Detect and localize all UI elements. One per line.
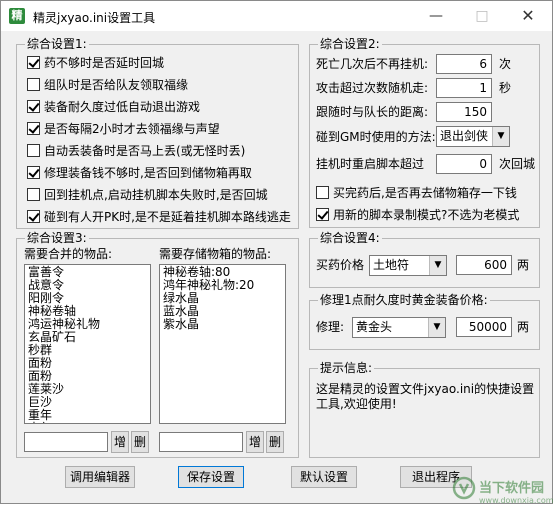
settings-group-1: 综合设置1: 药不够时是否延时回城 组队时是否给队友领取福缘 装备耐久度过低自动…	[16, 37, 299, 229]
option-repair-money[interactable]: 修理装备钱不够时,是否回到储物箱再取	[27, 163, 252, 181]
death-count-input[interactable]: 6	[436, 54, 492, 74]
window-title: 精灵jxyao.ini设置工具	[33, 11, 156, 25]
option-script-fail-return[interactable]: 回到挂机点,启动挂机脚本失败时,是否回城	[27, 185, 268, 203]
list-item[interactable]: 紫水晶	[163, 318, 282, 331]
gm-method-select[interactable]: 退出剑侠 ▼	[436, 126, 510, 147]
merge-delete-button[interactable]: 删	[131, 431, 149, 453]
restart-label: 挂机时重启脚本超过	[316, 157, 425, 171]
option-pk-escape[interactable]: 碰到有人开PK时,是不是延着挂机脚本路线逃走	[27, 207, 291, 225]
restart-count-unit: 次回城	[499, 157, 536, 171]
gm-method-label: 碰到GM时使用的方法:	[316, 130, 436, 144]
default-settings-button[interactable]: 默认设置	[291, 466, 357, 488]
sprite-icon: 精	[9, 8, 25, 24]
option-new-script-mode[interactable]: 用新的脚本录制模式?不选为老模式	[316, 205, 519, 223]
option-label: 碰到有人开PK时,是不是延着挂机脚本路线逃走	[44, 209, 291, 224]
info-message: 这是精灵的设置文件jxyao.ini的快捷设置工具,欢迎使用!	[316, 382, 535, 411]
watermark-logo: 当下软件园 www.downxia.com	[451, 474, 553, 514]
option-label: 自动丢装备时是否马上丢(或无怪时丢)	[44, 143, 246, 158]
option-checkbox[interactable]	[27, 165, 40, 179]
option-checkbox[interactable]	[27, 55, 40, 69]
option-drop-immediately[interactable]: 自动丢装备时是否马上丢(或无怪时丢)	[27, 141, 245, 159]
chevron-down-icon[interactable]: ▼	[429, 256, 446, 275]
option-label: 是否每隔2小时才去领福缘与声望	[44, 121, 220, 136]
repair-price-input[interactable]: 50000	[456, 317, 512, 337]
chevron-down-icon[interactable]: ▼	[428, 318, 445, 337]
option-checkbox[interactable]	[27, 99, 40, 113]
repair-type-select[interactable]: 黄金头 ▼	[352, 317, 446, 338]
option-label: 修理装备钱不够时,是否回到储物箱再取	[44, 165, 252, 180]
follow-distance-input[interactable]: 150	[436, 102, 492, 122]
chevron-down-icon[interactable]: ▼	[492, 127, 509, 146]
group-4-title: 综合设置4:	[318, 231, 382, 245]
option-checkbox[interactable]	[27, 209, 40, 223]
store-delete-button[interactable]: 删	[266, 431, 284, 453]
option-store-money[interactable]: 买完药后,是否再去储物箱存一下钱	[316, 183, 517, 201]
option-label: 回到挂机点,启动挂机脚本失败时,是否回城	[44, 187, 268, 202]
attack-count-label: 攻击超过次数随机走:	[316, 81, 429, 95]
option-checkbox[interactable]	[27, 187, 40, 201]
save-settings-button[interactable]: 保存设置	[178, 466, 244, 488]
minimize-icon[interactable]: —	[413, 1, 459, 31]
settings-group-2: 综合设置2: 死亡几次后不再挂机: 6 次 攻击超过次数随机走: 1 秒 跟随时…	[309, 37, 540, 228]
open-editor-button[interactable]: 调用编辑器	[65, 466, 135, 488]
group-3-title: 综合设置3:	[25, 231, 89, 245]
app-window: 精 精灵jxyao.ini设置工具 — □ ✕ 综合设置1: 药不够时是否延时回…	[0, 0, 553, 505]
store-items-header: 需要存储物箱的物品:	[159, 247, 272, 261]
death-count-label: 死亡几次后不再挂机:	[316, 57, 429, 71]
merge-items-list[interactable]: 富善令战意令阳刚令神秘卷轴鸿运神秘礼物玄晶矿石秒群面粉面粉莲莱沙巨沙重年杏仁花生…	[24, 264, 151, 424]
merge-item-input[interactable]	[24, 432, 108, 452]
option-two-hour-fortune[interactable]: 是否每隔2小时才去领福缘与声望	[27, 119, 220, 137]
follow-distance-label: 跟随时与队长的距离:	[316, 105, 429, 119]
merge-add-button[interactable]: 增	[111, 431, 129, 453]
option-checkbox[interactable]	[316, 185, 329, 199]
watermark-text: 当下软件园	[479, 481, 545, 496]
info-group: 提示信息: 这是精灵的设置文件jxyao.ini的快捷设置工具,欢迎使用!	[309, 361, 540, 458]
option-label: 组队时是否给队友领取福缘	[44, 77, 189, 92]
drug-price-label: 买药价格	[316, 258, 365, 272]
repair-group: 修理1点耐久度时黄金装备价格: 修理: 黄金头 ▼ 50000 两	[309, 293, 540, 350]
maximize-icon[interactable]: □	[459, 1, 505, 31]
gm-method-value: 退出剑侠	[440, 129, 489, 143]
option-label: 装备耐久度过低自动退出游戏	[44, 99, 201, 114]
close-icon[interactable]: ✕	[505, 1, 551, 31]
settings-group-3: 综合设置3: 需要合并的物品: 需要存储物箱的物品: 富善令 战意令 阳刚令 神秘卷轴…	[16, 231, 299, 458]
option-delay-return[interactable]: 药不够时是否延时回城	[27, 53, 164, 71]
repair-price-unit: 两	[517, 320, 530, 334]
option-durability-exit[interactable]: 装备耐久度过低自动退出游戏	[27, 97, 200, 115]
client-area: 综合设置1: 药不够时是否延时回城 组队时是否给队友领取福缘 装备耐久度过低自动…	[1, 31, 553, 505]
attack-count-unit: 秒	[499, 81, 512, 95]
attack-count-input[interactable]: 1	[436, 78, 492, 98]
merge-items-header: 需要合并的物品:	[24, 247, 113, 261]
group-1-title: 综合设置1:	[25, 37, 89, 51]
repair-label: 修理:	[316, 320, 345, 334]
option-label: 药不够时是否延时回城	[44, 55, 165, 70]
drug-type-select[interactable]: 土地符 ▼	[369, 255, 447, 276]
store-add-button[interactable]: 增	[246, 431, 264, 453]
option-checkbox[interactable]	[27, 77, 40, 91]
store-items-list[interactable]: 神秘卷轴:80 鸿年神秘礼物:20 绿水晶 蓝水晶 紫水晶	[159, 264, 286, 424]
option-label: 用新的脚本录制模式?不选为老模式	[333, 207, 520, 222]
list-item[interactable]: 杏仁	[28, 422, 147, 424]
drug-type-value: 土地符	[373, 258, 410, 272]
option-checkbox[interactable]	[27, 121, 40, 135]
settings-group-4: 综合设置4: 买药价格 土地符 ▼ 600 两	[309, 231, 540, 288]
option-label: 买完药后,是否再去储物箱存一下钱	[333, 185, 517, 200]
info-group-title: 提示信息:	[318, 361, 375, 375]
repair-type-value: 黄金头	[356, 320, 393, 334]
option-team-fortune[interactable]: 组队时是否给队友领取福缘	[27, 75, 188, 93]
restart-count-input[interactable]: 0	[436, 154, 492, 174]
death-count-unit: 次	[499, 57, 512, 71]
title-bar[interactable]: 精 精灵jxyao.ini设置工具 — □ ✕	[1, 1, 552, 31]
group-2-title: 综合设置2:	[318, 37, 382, 51]
option-checkbox[interactable]	[27, 143, 40, 157]
drug-price-unit: 两	[517, 258, 530, 272]
drug-price-input[interactable]: 600	[456, 255, 512, 275]
option-checkbox[interactable]	[316, 207, 329, 221]
repair-group-title: 修理1点耐久度时黄金装备价格:	[318, 293, 490, 307]
store-item-input[interactable]	[159, 432, 243, 452]
